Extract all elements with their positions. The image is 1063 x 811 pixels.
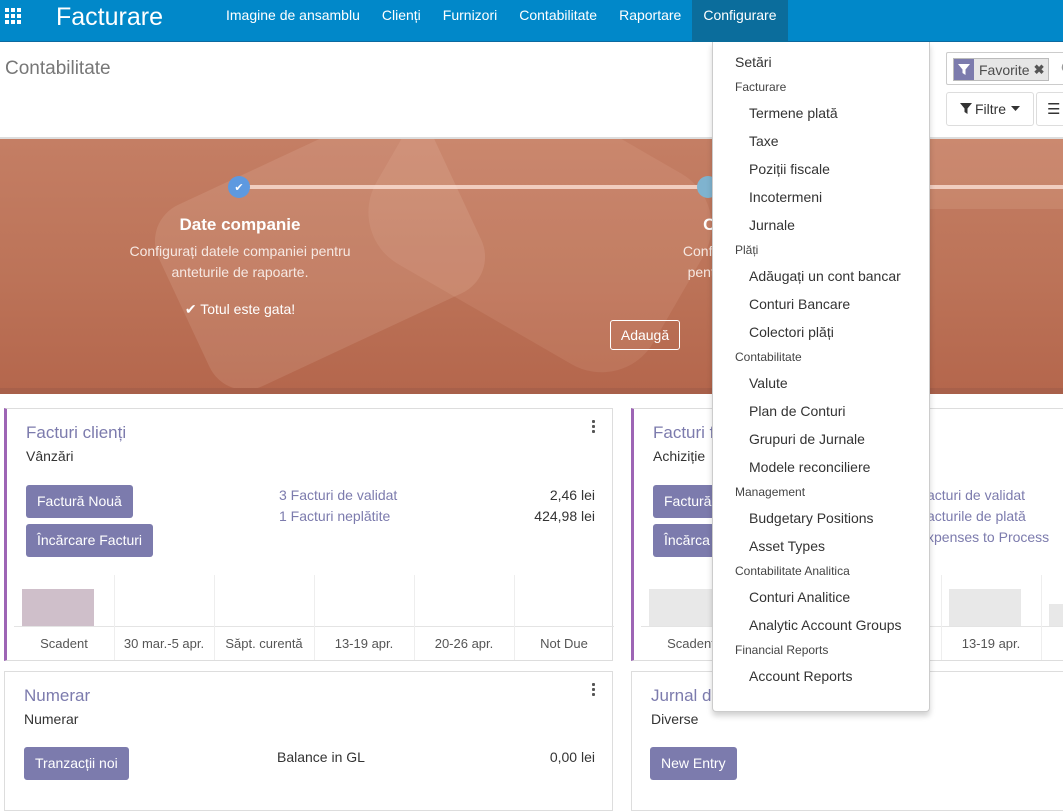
menu-item-analytic-account-groups[interactable]: Analytic Account Groups — [749, 617, 965, 633]
menu-vendors[interactable]: Furnizori — [432, 0, 508, 42]
onboarding-step-company: Date companie Configurați datele compani… — [90, 215, 390, 318]
journal-card-customer-invoices: Facturi clienți Vânzări Factură Nouă Înc… — [4, 408, 614, 661]
menu-customers[interactable]: Clienți — [371, 0, 432, 42]
configure-dropdown-menu: Setări Facturare Termene plată Taxe Poziții … — [712, 42, 930, 712]
unpaid-invoices-link[interactable]: 1 Facturi neplătite — [279, 508, 390, 524]
balance-label: Balance in GL — [277, 749, 365, 765]
menu-reporting[interactable]: Raportare — [608, 0, 692, 42]
step-done-check-icon: ✔ — [228, 176, 250, 198]
chart-tick-label: Not Due — [540, 636, 588, 651]
menu-item-setari[interactable]: Setări — [735, 54, 951, 70]
add-bank-account-button[interactable]: Adaugă — [609, 320, 681, 350]
chart-tick-label: 2 — [1041, 636, 1063, 651]
menu-item-modele-reconciliere[interactable]: Modele reconciliere — [749, 459, 965, 475]
step-description-line: anteturile de rapoarte. — [171, 264, 309, 280]
chart-tick-label: Săpt. curentă — [225, 636, 303, 651]
step-title: Date companie — [179, 215, 301, 234]
chart-tick-label: Scadent — [40, 636, 88, 651]
menu-item-colectori-plati[interactable]: Colectori plăți — [749, 324, 965, 340]
new-entry-button[interactable]: New Entry — [650, 747, 737, 780]
menu-item-conturi-bancare[interactable]: Conturi Bancare — [749, 296, 965, 312]
menu-item-adaugati-un-cont-bancar[interactable]: Adăugați un cont bancar — [749, 268, 965, 284]
page-title: Contabilitate — [5, 58, 111, 79]
chart-tick-label: 20-26 apr. — [434, 636, 494, 651]
menu-section-financial-reports: Financial Reports — [735, 643, 829, 657]
menu-section-contabilitate-analitica: Contabilitate Analitica — [735, 564, 850, 578]
chart-tick-label: 30 mar.-5 apr. — [123, 636, 205, 651]
menu-item-conturi-analitice[interactable]: Conturi Analitice — [749, 589, 965, 605]
menu-item-grupuri-de-jurnale[interactable]: Grupuri de Jurnale — [749, 431, 965, 447]
new-invoice-button[interactable]: Factură Nouă — [26, 485, 133, 518]
new-transactions-button[interactable]: Tranzacții noi — [24, 747, 129, 780]
card-title[interactable]: Jurnal d — [651, 686, 711, 706]
chart-bar[interactable] — [649, 589, 721, 626]
menu-accounting[interactable]: Contabilitate — [508, 0, 608, 42]
chart-tick-label: 13-19 apr. — [334, 636, 394, 651]
menu-section-facturare: Facturare — [735, 80, 787, 94]
card-subtitle: Achiziție — [653, 448, 706, 464]
card-subtitle: Diverse — [651, 711, 699, 727]
search-facet: Favorite ✖ — [953, 58, 1050, 81]
menu-item-incotermeni[interactable]: Incotermeni — [749, 189, 965, 205]
filter-icon — [954, 59, 974, 80]
filters-label: Filtre — [974, 101, 1007, 117]
top-navbar: Facturare Imagine de ansamblu Clienți Fu… — [0, 0, 1063, 42]
check-icon: ✔ — [184, 301, 197, 317]
upload-invoices-button[interactable]: Încărcare Facturi — [26, 524, 154, 557]
step-description: Configurați datele companiei pentru ante… — [90, 241, 390, 283]
chart-tick-label: 13-19 apr. — [961, 636, 1021, 651]
close-icon[interactable]: ✖ — [1034, 62, 1049, 78]
menu-item-jurnale[interactable]: Jurnale — [749, 217, 965, 233]
menu-item-valute[interactable]: Valute — [749, 375, 965, 391]
invoices-to-validate-link[interactable]: 3 Facturi de validat — [279, 487, 397, 503]
menu-section-plati: Plăți — [735, 243, 759, 257]
step-description-line: Configurați datele companiei pentru — [129, 243, 351, 259]
menu-item-pozitii-fiscale[interactable]: Poziții fiscale — [749, 161, 965, 177]
menu-configuration[interactable]: Configurare — [692, 0, 788, 42]
main-menu: Imagine de ansamblu Clienți Furnizori Co… — [215, 0, 788, 42]
upload-bills-button[interactable]: Încărca — [653, 524, 721, 557]
invoices-to-validate-amount: 2,46 lei — [549, 487, 595, 503]
chart-bar[interactable] — [22, 589, 94, 626]
menu-item-termene-plata[interactable]: Termene plată — [749, 105, 965, 121]
apps-grid-icon[interactable] — [5, 8, 23, 26]
menu-item-taxe[interactable]: Taxe — [749, 133, 965, 149]
facet-label: Favorite — [979, 61, 1030, 78]
menu-item-budgetary-positions[interactable]: Budgetary Positions — [749, 510, 965, 526]
chart-bar[interactable] — [1049, 604, 1063, 626]
menu-section-management: Management — [735, 485, 806, 499]
menu-item-plan-de-conturi[interactable]: Plan de Conturi — [749, 403, 965, 419]
kebab-menu-icon[interactable] — [592, 683, 596, 697]
kebab-menu-icon[interactable] — [592, 420, 596, 434]
journal-card-cash: Numerar Numerar Tranzacții noi Balance i… — [4, 671, 613, 811]
search-input[interactable]: Favorite ✖ C — [946, 52, 1063, 85]
menu-item-account-reports[interactable]: Account Reports — [749, 668, 965, 684]
menu-section-contabilitate: Contabilitate — [735, 350, 802, 364]
app-title: Facturare — [56, 3, 163, 31]
unpaid-invoices-amount: 424,98 lei — [534, 508, 595, 524]
step-status-text: Totul este gata! — [200, 301, 296, 317]
group-by-button[interactable]: ☰ — [1036, 92, 1063, 126]
caret-down-icon — [1011, 106, 1021, 111]
menu-item-asset-types[interactable]: Asset Types — [749, 538, 965, 554]
card-title[interactable]: Facturi f — [653, 423, 714, 443]
card-subtitle: Numerar — [24, 711, 79, 727]
card-title[interactable]: Facturi clienți — [26, 423, 126, 443]
card-title[interactable]: Numerar — [24, 686, 90, 706]
menu-overview[interactable]: Imagine de ansamblu — [215, 0, 371, 42]
step-status: ✔ Totul este gata! — [90, 301, 390, 318]
list-icon: ☰ — [1047, 101, 1061, 118]
aging-chart-customer: Scadent 30 mar.-5 apr. Săpt. curentă 13-19 … — [14, 575, 614, 660]
balance-amount: 0,00 lei — [549, 749, 595, 765]
card-subtitle: Vânzări — [26, 448, 74, 464]
